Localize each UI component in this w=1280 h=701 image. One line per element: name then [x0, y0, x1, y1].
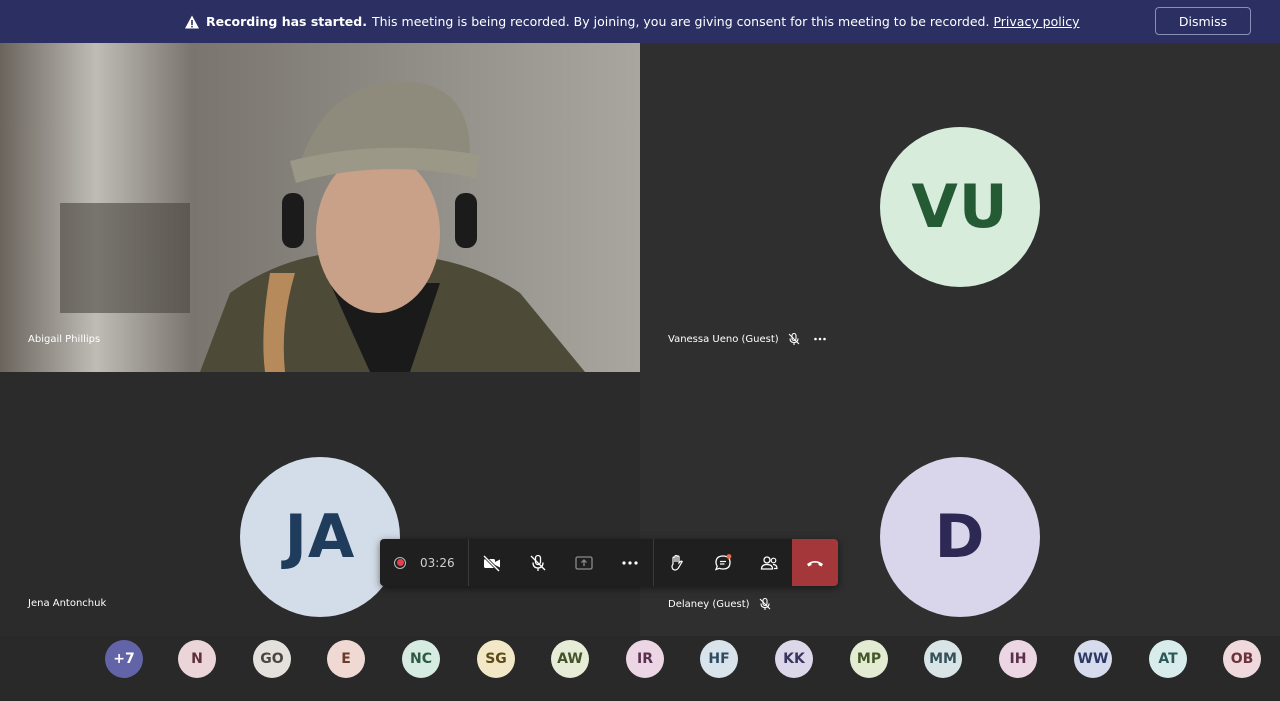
tile-name-abigail: Abigail Phillips	[28, 334, 100, 345]
avatar-initials: AT	[1158, 651, 1178, 667]
privacy-policy-link[interactable]: Privacy policy	[993, 14, 1079, 29]
avatar-initials: D	[934, 502, 986, 572]
participant-avatar[interactable]: GO	[253, 640, 291, 678]
camera-off-icon	[482, 554, 501, 572]
tile-name-vanessa: Vanessa Ueno (Guest)	[668, 332, 827, 346]
avatar-initials: MM	[929, 651, 957, 667]
meeting-timer: 03:26	[420, 555, 455, 570]
participant-avatar[interactable]: AW	[551, 640, 589, 678]
tile-name-jena: Jena Antonchuk	[28, 598, 106, 609]
raise-hand-icon	[671, 554, 683, 571]
avatar-initials: VU	[911, 172, 1009, 242]
recording-indicator: 03:26	[380, 539, 468, 586]
participant-name: Abigail Phillips	[28, 334, 101, 345]
participants-button[interactable]	[746, 539, 792, 586]
participant-avatar[interactable]: NC	[402, 640, 440, 678]
banner-message: Recording has started. This meeting is b…	[184, 0, 1079, 43]
chat-button[interactable]	[700, 539, 746, 586]
avatar: D	[880, 457, 1040, 617]
avatar-initials: GO	[260, 651, 284, 667]
avatar-initials: KK	[783, 651, 805, 667]
avatar-initials: WW	[1077, 651, 1109, 667]
avatar-initials: SG	[485, 651, 507, 667]
participants-icon	[760, 555, 778, 570]
participant-avatar[interactable]: IH	[999, 640, 1037, 678]
record-icon	[394, 556, 406, 569]
avatar-initials: IR	[637, 651, 653, 667]
participant-name: Delaney (Guest)	[668, 598, 750, 610]
banner-title: Recording has started.	[206, 14, 367, 29]
avatar-initials: N	[191, 651, 203, 667]
mic-muted-icon	[759, 597, 770, 610]
meeting-toolbar: 03:26	[380, 539, 838, 586]
avatar-initials: AW	[557, 651, 583, 667]
participant-avatar[interactable]: OB	[1223, 640, 1261, 678]
hang-up-icon	[807, 560, 823, 566]
mic-toggle-button[interactable]	[515, 539, 561, 586]
recording-banner: Recording has started. This meeting is b…	[0, 0, 1280, 43]
mic-off-icon	[530, 554, 546, 571]
participant-avatar[interactable]: MP	[850, 640, 888, 678]
avatar: VU	[880, 127, 1040, 287]
dismiss-button[interactable]: Dismiss	[1155, 7, 1251, 35]
more-actions-button[interactable]	[607, 539, 653, 586]
avatar-initials: HF	[708, 651, 730, 667]
more-options-icon	[622, 560, 638, 565]
tile-name-delaney: Delaney (Guest)	[668, 597, 772, 611]
tile-delaney[interactable]: D Delaney (Guest)	[640, 372, 1280, 636]
participant-avatar[interactable]: AT	[1149, 640, 1187, 678]
avatar-initials: OB	[1230, 651, 1254, 667]
mic-muted-icon	[788, 332, 800, 345]
banner-text: This meeting is being recorded. By joini…	[372, 14, 990, 29]
avatar-initials: JA	[284, 502, 356, 572]
share-screen-icon	[575, 555, 593, 570]
participant-avatar[interactable]: E	[327, 640, 365, 678]
warning-icon	[185, 15, 199, 28]
participant-video-image	[0, 43, 640, 372]
raise-hand-button[interactable]	[654, 539, 700, 586]
participant-name: Vanessa Ueno (Guest)	[668, 333, 779, 345]
participant-avatar[interactable]: SG	[477, 640, 515, 678]
participant-strip: +7 N GO E NC SG AW IR HF KK MP MM IH WW …	[0, 636, 1280, 682]
leave-call-button[interactable]	[792, 539, 838, 586]
camera-toggle-button[interactable]	[469, 539, 515, 586]
chat-icon	[714, 553, 732, 571]
tile-vanessa[interactable]: VU Vanessa Ueno (Guest)	[640, 43, 1280, 372]
participant-avatar[interactable]: N	[178, 640, 216, 678]
participant-name: Jena Antonchuk	[28, 598, 107, 609]
participant-avatar[interactable]: IR	[626, 640, 664, 678]
participant-avatar[interactable]: HF	[700, 640, 738, 678]
participant-avatar[interactable]: KK	[775, 640, 813, 678]
more-options-icon[interactable]	[813, 332, 827, 346]
more-participants-button[interactable]: +7	[105, 640, 143, 678]
avatar-initials: NC	[410, 651, 432, 667]
tile-jena[interactable]: JA Jena Antonchuk	[0, 372, 640, 636]
participant-avatar[interactable]: WW	[1074, 640, 1112, 678]
participant-avatar[interactable]: MM	[924, 640, 962, 678]
video-tile-abigail[interactable]: Abigail Phillips	[0, 43, 640, 372]
avatar-initials: MP	[856, 651, 882, 667]
avatar: JA	[240, 457, 400, 617]
avatar-initials: E	[341, 651, 351, 667]
share-screen-button[interactable]	[561, 539, 607, 586]
avatar-initials: IH	[1009, 651, 1027, 667]
avatar-initials: +7	[113, 651, 135, 667]
